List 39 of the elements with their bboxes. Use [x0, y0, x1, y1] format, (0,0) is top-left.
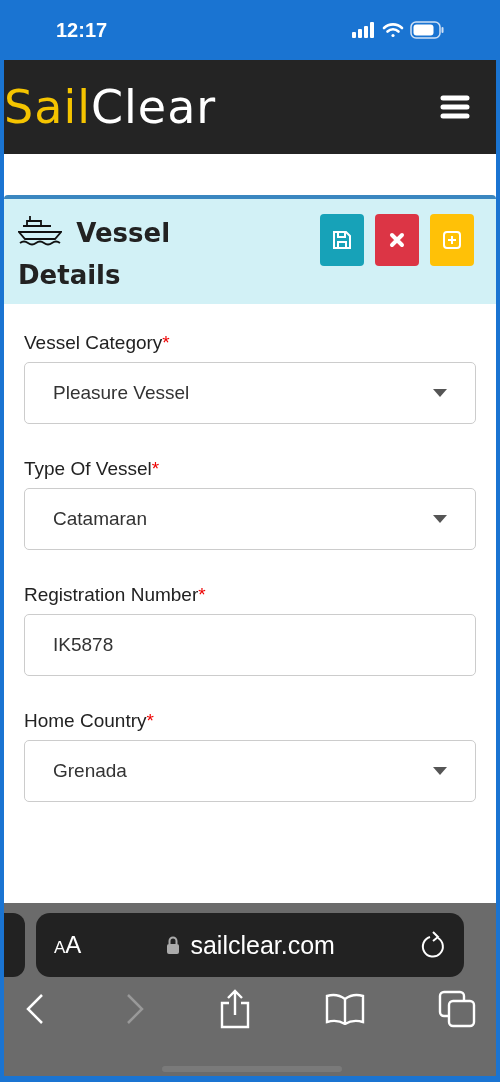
book-icon[interactable] — [324, 993, 365, 1025]
field-label: Home Country* — [24, 710, 155, 732]
required-mark: * — [146, 710, 154, 731]
field-label: Type Of Vessel* — [24, 458, 161, 480]
text-size-button[interactable]: AA — [54, 931, 82, 959]
save-icon — [332, 230, 352, 250]
status-time: 12:17 — [56, 18, 108, 42]
select-field[interactable]: Pleasure Vessel — [24, 362, 476, 424]
logo-text[interactable]: Clear — [90, 80, 217, 134]
select-field[interactable]: Grenada — [24, 740, 476, 802]
reload-icon[interactable] — [420, 931, 446, 959]
close-button[interactable] — [375, 214, 419, 266]
signal-icon — [352, 22, 376, 38]
dropdown-caret-icon — [433, 767, 447, 775]
input-field[interactable]: IK5878 — [24, 614, 476, 676]
dropdown-caret-icon — [433, 389, 447, 397]
required-mark: * — [198, 584, 206, 605]
url-text: sailclear.com — [190, 930, 335, 960]
tab-preview[interactable] — [4, 913, 25, 977]
add-icon — [442, 230, 462, 250]
field-label: Vessel Category* — [24, 332, 171, 354]
dropdown-caret-icon — [433, 515, 447, 523]
close-icon — [389, 232, 405, 248]
address-bar[interactable]: AA sailclear.com — [36, 913, 464, 977]
field-label: Registration Number* — [24, 584, 207, 606]
battery-icon — [410, 21, 444, 39]
select-field[interactable]: Catamaran — [24, 488, 476, 550]
wifi-icon — [382, 22, 404, 38]
tabs-icon[interactable] — [438, 990, 476, 1028]
save-button[interactable] — [320, 214, 364, 266]
lock-icon — [166, 936, 181, 954]
card-title: Details — [18, 260, 121, 290]
required-mark: * — [151, 458, 160, 479]
share-icon[interactable] — [219, 989, 251, 1029]
card-title: Vessel — [76, 218, 171, 248]
menu-icon[interactable] — [440, 95, 470, 119]
ship-icon — [18, 214, 62, 246]
logo-text[interactable]: Sail — [4, 80, 91, 134]
required-mark: * — [162, 332, 170, 353]
